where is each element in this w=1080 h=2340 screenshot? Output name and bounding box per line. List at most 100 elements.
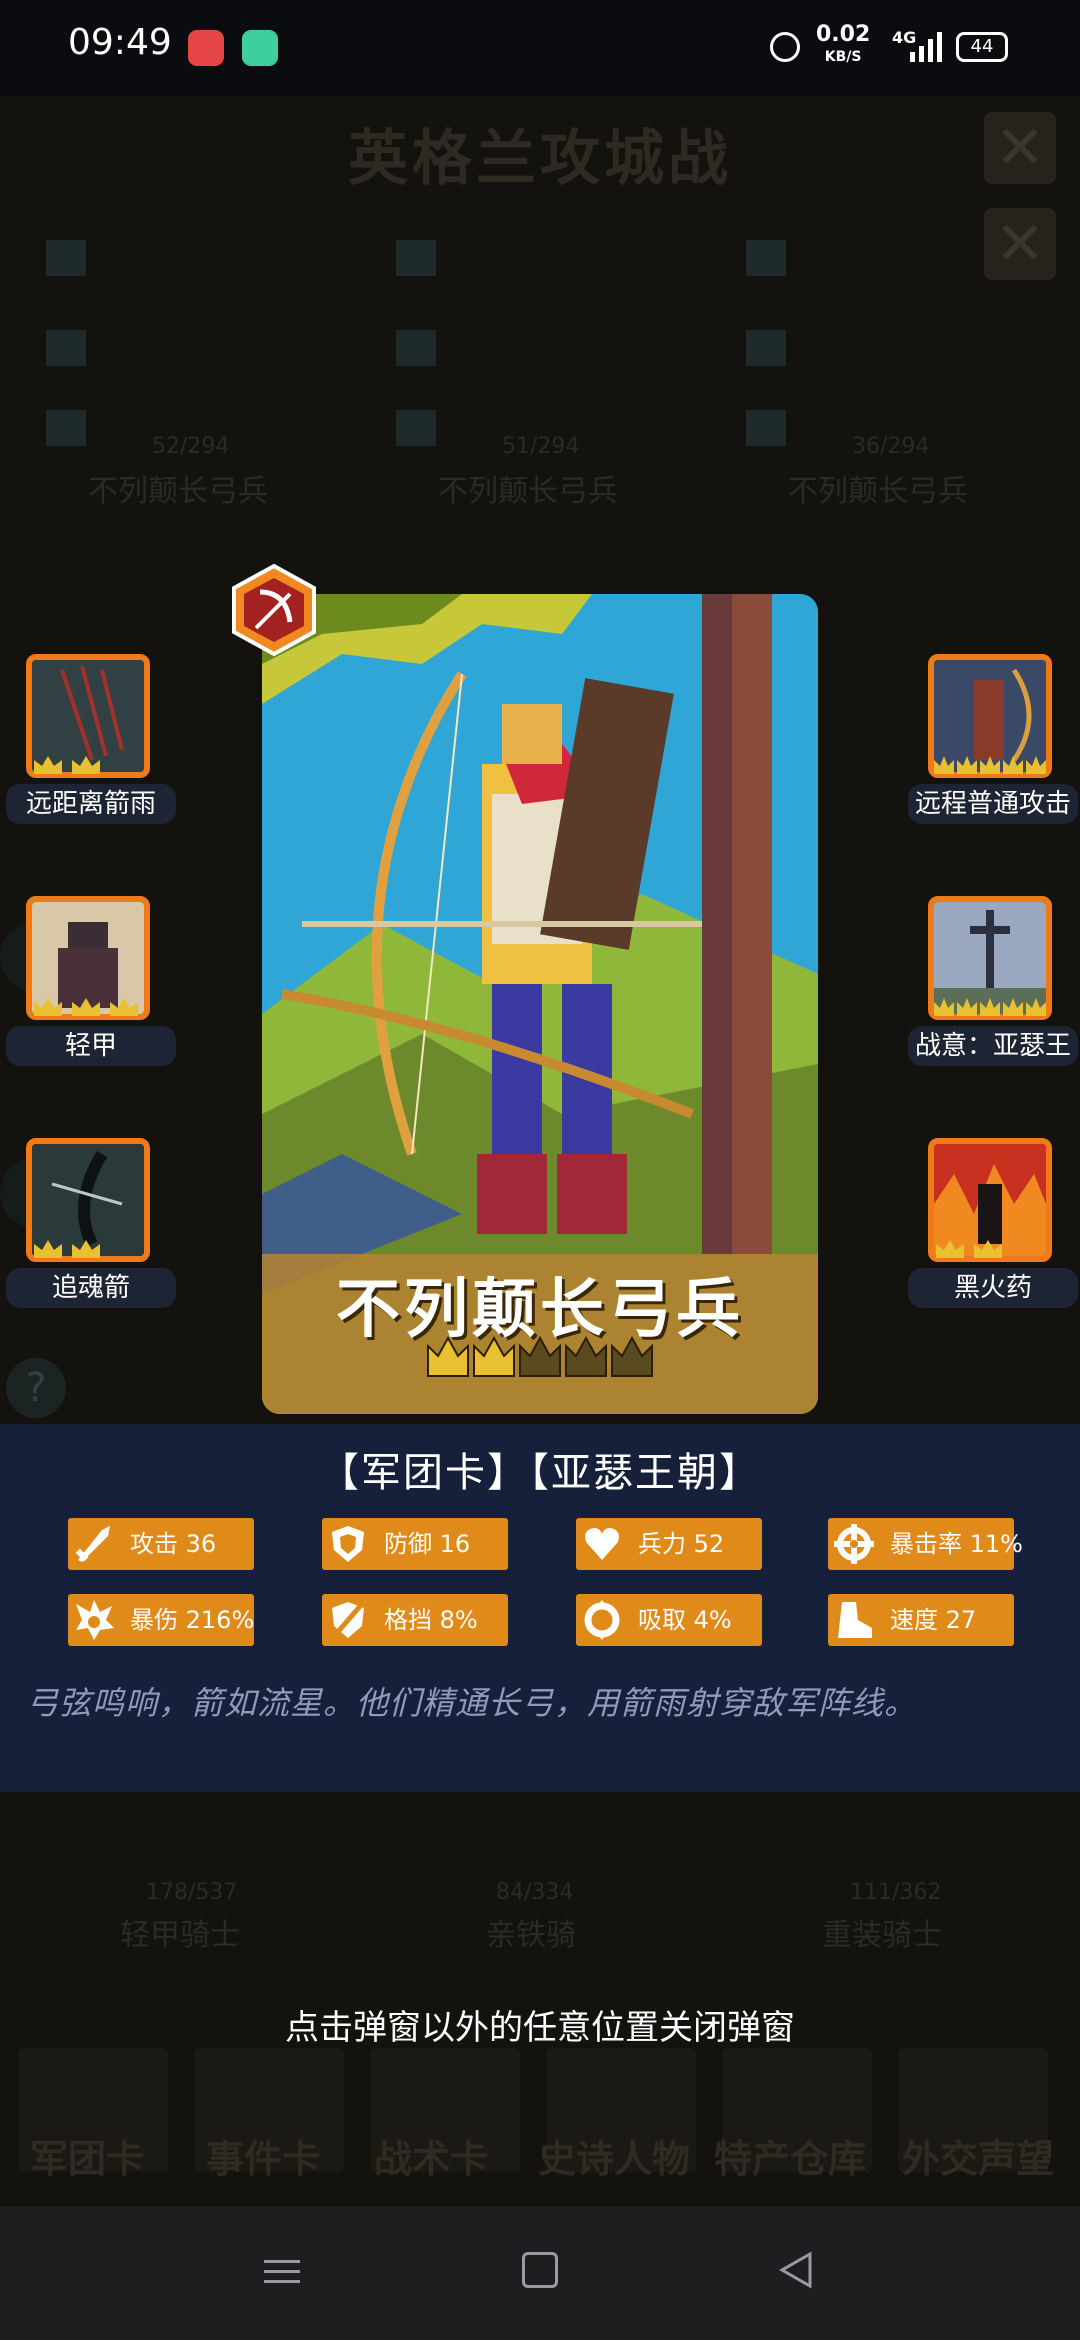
chat-app-icon — [242, 30, 278, 66]
unit-tile — [746, 410, 786, 446]
nav-label: 事件卡 — [206, 2137, 321, 2181]
stat-value: 16 — [439, 1530, 471, 1558]
card-description: 弓弦鸣响，箭如流星。他们精通长弓，用箭雨射穿敌军阵线。 — [26, 1684, 918, 1722]
stat-text: 速度 27 — [890, 1594, 976, 1646]
crown-rating — [34, 756, 100, 774]
crown-filled-icon — [473, 1335, 515, 1377]
skill-label: 追魂箭 — [6, 1268, 176, 1308]
skill-label: 轻甲 — [6, 1026, 176, 1066]
unit-tile — [46, 330, 86, 366]
unit-count: 84/334 — [496, 1880, 574, 1905]
stat-value: 216% — [185, 1606, 255, 1634]
stat-crit-rate: 暴击率 11% — [828, 1518, 1023, 1570]
unit-name: 不列颠长弓兵 — [438, 474, 618, 509]
unit-name: 轻甲骑士 — [120, 1918, 240, 1953]
stat-text: 格挡 8% — [384, 1594, 478, 1646]
nav-label: 史诗人物 — [538, 2137, 691, 2181]
menu-icon[interactable] — [262, 2252, 302, 2292]
stat-label: 格挡 — [384, 1606, 432, 1634]
unit-name: 亲铁骑 — [486, 1918, 576, 1953]
close-hint: 点击弹窗以外的任意位置关闭弹窗 — [285, 2008, 795, 2048]
crit-damage-icon — [76, 1600, 114, 1640]
stat-label: 暴伤 — [130, 1606, 178, 1634]
unit-slot[interactable]: 52/294 不列颠长弓兵 — [40, 230, 360, 520]
unit-count: 51/294 — [502, 434, 580, 459]
crown-rating — [934, 756, 1046, 774]
stat-text: 攻击 36 — [130, 1518, 216, 1570]
system-nav-bar — [0, 2206, 1080, 2340]
bow-badge-icon — [232, 563, 316, 657]
unit-tile — [746, 330, 786, 366]
unit-tile — [396, 410, 436, 446]
stat-value: 52 — [693, 1530, 725, 1558]
home-icon[interactable] — [522, 2252, 558, 2288]
stat-value: 11% — [969, 1530, 1023, 1558]
shield-stat-icon — [332, 1526, 364, 1562]
status-bar: 09:49 0.02 KB/S 4G 44 — [0, 0, 1080, 96]
unit-tile — [46, 410, 86, 446]
stat-label: 速度 — [890, 1606, 938, 1634]
unit-tile — [396, 240, 436, 276]
stat-troops: 兵力 52 — [576, 1518, 762, 1570]
unit-slot[interactable]: 51/294 不列颠长弓兵 — [390, 230, 710, 520]
stat-value: 8% — [439, 1606, 478, 1634]
unit-tile — [746, 240, 786, 276]
nav-label: 战术卡 — [374, 2137, 489, 2181]
skill-label: 战意：亚瑟王 — [908, 1026, 1078, 1066]
nav-label: 军团卡 — [30, 2137, 145, 2181]
shopping-app-icon — [188, 30, 224, 66]
unit-slot[interactable]: 36/294 不列颠长弓兵 — [740, 230, 1060, 520]
unit-count: 111/362 — [850, 1880, 942, 1905]
boot-icon — [838, 1602, 872, 1638]
sword-stat-icon — [75, 1526, 110, 1562]
skill-label: 远程普通攻击 — [908, 784, 1078, 824]
unit-count: 52/294 — [152, 434, 230, 459]
stat-text: 兵力 52 — [638, 1518, 724, 1570]
back-icon[interactable] — [776, 2250, 816, 2290]
crown-empty-icon — [519, 1335, 561, 1377]
nav-label: 外交声望 — [902, 2137, 1055, 2181]
stat-value: 4% — [693, 1606, 732, 1634]
unit-tile — [396, 330, 436, 366]
stat-label: 攻击 — [130, 1530, 178, 1558]
unit-name: 不列颠长弓兵 — [788, 474, 968, 509]
lifesteal-icon — [584, 1600, 620, 1640]
crown-rating — [934, 998, 1046, 1016]
stat-label: 兵力 — [638, 1530, 686, 1558]
stat-label: 防御 — [384, 1530, 432, 1558]
unit-name: 不列颠长弓兵 — [88, 474, 268, 509]
nav-label: 特产仓库 — [714, 2137, 867, 2181]
unit-tile — [46, 240, 86, 276]
stat-text: 暴击率 11% — [890, 1518, 1023, 1570]
stat-attack: 攻击 36 — [68, 1518, 254, 1570]
crown-rating — [34, 998, 138, 1016]
stat-text: 暴伤 216% — [130, 1594, 254, 1646]
network-speed: 0.02 KB/S — [816, 24, 870, 68]
help-icon[interactable]: ? — [6, 1358, 66, 1418]
stat-block: 格挡 8% — [322, 1594, 508, 1646]
card-type-title: 【军团卡】【亚瑟王朝】 — [319, 1450, 761, 1496]
close-button[interactable]: ✕ — [984, 112, 1056, 184]
network-speed-value: 0.02 — [816, 22, 871, 47]
unit-name: 重装骑士 — [822, 1918, 942, 1953]
stat-defense: 防御 16 — [322, 1518, 508, 1570]
unit-card: 不列颠长弓兵 — [262, 594, 818, 1414]
alarm-icon — [770, 32, 800, 62]
stat-value: 27 — [945, 1606, 977, 1634]
crown-filled-icon — [427, 1335, 469, 1377]
network-speed-unit: KB/S — [824, 49, 862, 65]
crit-rate-icon — [834, 1524, 874, 1564]
stat-text: 防御 16 — [384, 1518, 470, 1570]
unit-count: 36/294 — [852, 434, 930, 459]
status-time: 09:49 — [68, 22, 172, 63]
stat-label: 暴击率 — [890, 1530, 962, 1558]
skill-label: 远距离箭雨 — [6, 784, 176, 824]
crown-empty-icon — [611, 1335, 653, 1377]
stat-speed: 速度 27 — [828, 1594, 1014, 1646]
skill-label: 黑火药 — [908, 1268, 1078, 1308]
stat-crit-damage: 暴伤 216% — [68, 1594, 254, 1646]
page-title: 英格兰攻城战 — [348, 124, 732, 194]
heart-stat-icon — [585, 1528, 619, 1560]
crown-rating — [34, 1240, 100, 1258]
block-icon — [332, 1602, 364, 1638]
